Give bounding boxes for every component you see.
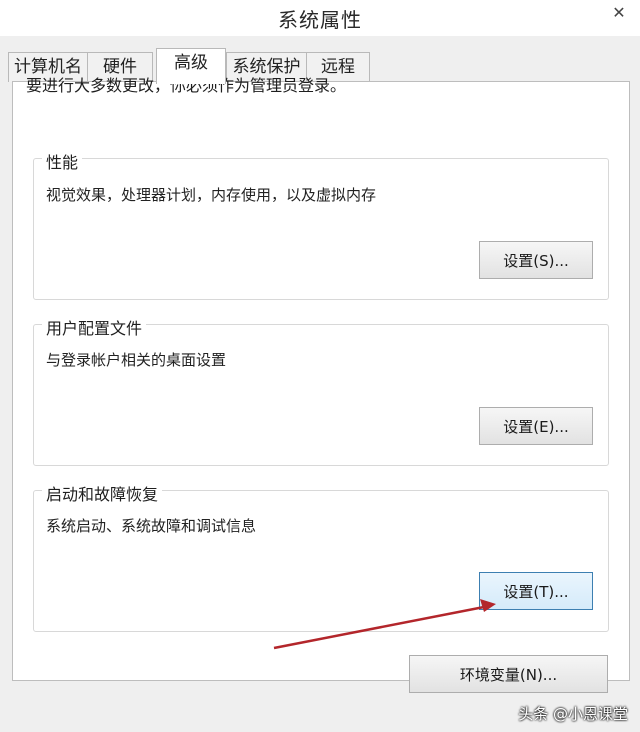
startup-recovery-group — [33, 490, 609, 632]
title-bar[interactable]: 系统属性 ✕ — [0, 0, 640, 36]
performance-settings-button[interactable]: 设置(S)... — [479, 241, 593, 279]
startup-recovery-group-title: 启动和故障恢复 — [42, 481, 163, 505]
performance-group-title: 性能 — [42, 149, 83, 173]
user-profiles-group-title: 用户配置文件 — [42, 315, 147, 339]
watermark: 头条 @小恩课堂 — [518, 705, 628, 723]
user-profiles-settings-button[interactable]: 设置(E)... — [479, 407, 593, 445]
user-profiles-description: 与登录帐户相关的桌面设置 — [46, 351, 227, 369]
system-properties-window: 系统属性 ✕ 计算机名 硬件 高级 系统保护 远程 要进行大多数更改，你必须作为… — [0, 0, 640, 732]
close-icon[interactable]: ✕ — [608, 2, 630, 24]
tab-advanced[interactable]: 高级 — [156, 48, 226, 84]
performance-description: 视觉效果，处理器计划，内存使用，以及虚拟内存 — [46, 186, 377, 204]
environment-variables-button[interactable]: 环境变量(N)... — [409, 655, 608, 693]
window-title: 系统属性 — [278, 8, 362, 32]
startup-recovery-settings-button[interactable]: 设置(T)... — [479, 572, 593, 610]
startup-recovery-description: 系统启动、系统故障和调试信息 — [46, 517, 257, 535]
